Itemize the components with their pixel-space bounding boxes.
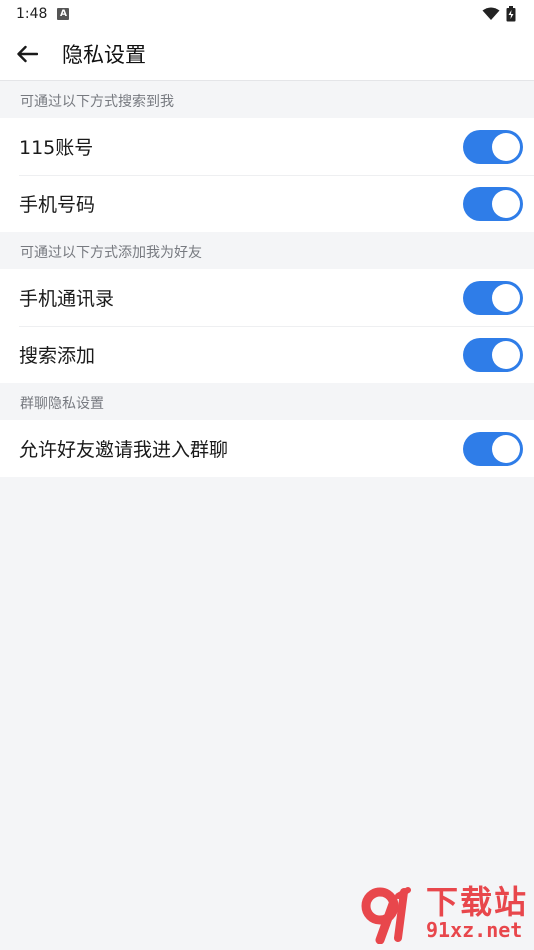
wifi-icon	[482, 7, 500, 20]
section-search: 可通过以下方式搜索到我 115账号 手机号码	[0, 81, 534, 232]
setting-row-group-invite: 允许好友邀请我进入群聊	[0, 420, 534, 477]
status-right	[482, 6, 516, 22]
notification-app-icon: A	[57, 8, 70, 20]
app-header: 隐私设置	[0, 28, 534, 81]
watermark-title: 下载站	[425, 883, 528, 921]
section-header: 可通过以下方式添加我为好友	[20, 245, 202, 261]
setting-label: 搜索添加	[19, 345, 96, 367]
setting-row-search-add: 搜索添加	[0, 326, 534, 383]
setting-label: 允许好友邀请我进入群聊	[19, 439, 229, 461]
setting-label: 手机通讯录	[19, 288, 115, 310]
toggle-switch[interactable]	[463, 129, 523, 164]
toggle-knob	[492, 340, 520, 369]
watermark-text: 下载站 91xz.net	[426, 885, 528, 941]
section-header: 可通过以下方式搜索到我	[20, 94, 174, 110]
status-left: 1:48 A	[16, 6, 70, 22]
watermark-logo-icon	[361, 887, 411, 944]
toggle-knob	[492, 434, 520, 463]
toggle-knob	[492, 132, 520, 161]
setting-row-115-account: 115账号	[0, 118, 534, 175]
setting-label: 115账号	[19, 137, 94, 159]
battery-icon	[506, 6, 516, 22]
section-add-friend: 可通过以下方式添加我为好友 手机通讯录 搜索添加	[0, 232, 534, 383]
status-bar: 1:48 A	[0, 0, 534, 28]
back-button[interactable]	[0, 28, 54, 80]
toggle-knob	[492, 189, 520, 218]
section-group-privacy: 群聊隐私设置 允许好友邀请我进入群聊	[0, 383, 534, 477]
status-time: 1:48	[16, 6, 48, 22]
toggle-switch[interactable]	[463, 186, 523, 221]
section-header: 群聊隐私设置	[20, 396, 104, 412]
page-title: 隐私设置	[62, 43, 146, 67]
setting-row-phone-number: 手机号码	[0, 175, 534, 232]
toggle-switch[interactable]	[463, 280, 523, 315]
watermark: 下载站 91xz.net	[360, 882, 528, 944]
toggle-switch[interactable]	[463, 337, 523, 372]
setting-label: 手机号码	[19, 194, 96, 216]
watermark-url: 91xz.net	[425, 918, 523, 942]
toggle-switch[interactable]	[463, 431, 523, 466]
back-arrow-icon	[17, 45, 38, 63]
toggle-knob	[492, 283, 520, 312]
setting-row-contacts: 手机通讯录	[0, 269, 534, 326]
